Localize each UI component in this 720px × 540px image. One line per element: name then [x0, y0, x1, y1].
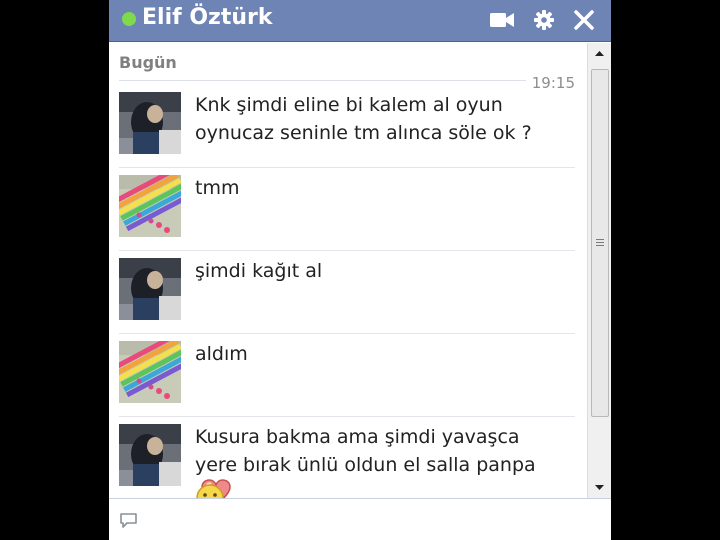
- message-item: Knk şimdi eline bi kalem al oyun oynucaz…: [119, 85, 575, 168]
- message-text: aldım: [195, 343, 248, 365]
- message-list[interactable]: Bugün 19:15 Knk şimdi eline bi kalem al …: [109, 43, 587, 498]
- day-divider: [119, 80, 575, 81]
- my-avatar[interactable]: [119, 341, 181, 403]
- video-camera-icon[interactable]: [489, 8, 515, 32]
- chat-titlebar[interactable]: Elif Öztürk: [109, 0, 611, 42]
- friend-avatar[interactable]: [119, 92, 181, 154]
- compose-bar: [109, 498, 611, 540]
- scroll-up-arrow-icon[interactable]: [588, 43, 611, 65]
- gear-icon[interactable]: [531, 8, 557, 32]
- my-avatar[interactable]: [119, 175, 181, 237]
- smiley-icon: [195, 483, 225, 498]
- chat-window: Elif Öztürk Bugün 19:15 Knk şimdi eline …: [109, 0, 611, 540]
- friend-avatar[interactable]: [119, 258, 181, 320]
- day-label: Bugün: [119, 53, 177, 72]
- message-item: aldım: [119, 334, 575, 417]
- message-text-content: Kusura bakma ama şimdi yavaşca yere bıra…: [195, 426, 536, 476]
- close-icon[interactable]: [571, 8, 597, 32]
- friend-avatar[interactable]: [119, 424, 181, 486]
- message-text: şimdi kağıt al: [195, 260, 323, 282]
- message-input[interactable]: [145, 505, 599, 535]
- message-text: Knk şimdi eline bi kalem al oyun oynucaz…: [195, 94, 532, 144]
- message-text: tmm: [195, 177, 240, 199]
- message-text: Kusura bakma ama şimdi yavaşca yere bıra…: [195, 423, 567, 498]
- chat-bubble-icon: [119, 512, 139, 534]
- message-item: şimdi kağıt al: [119, 251, 575, 334]
- message-item: tmm: [119, 168, 575, 251]
- message-item: Kusura bakma ama şimdi yavaşca yere bıra…: [119, 417, 575, 498]
- message-scrollbar[interactable]: [587, 43, 611, 498]
- scroll-down-arrow-icon[interactable]: [588, 476, 611, 498]
- online-status-icon: [122, 12, 136, 26]
- contact-name[interactable]: Elif Öztürk: [142, 5, 273, 30]
- scrollbar-thumb[interactable]: [591, 69, 609, 417]
